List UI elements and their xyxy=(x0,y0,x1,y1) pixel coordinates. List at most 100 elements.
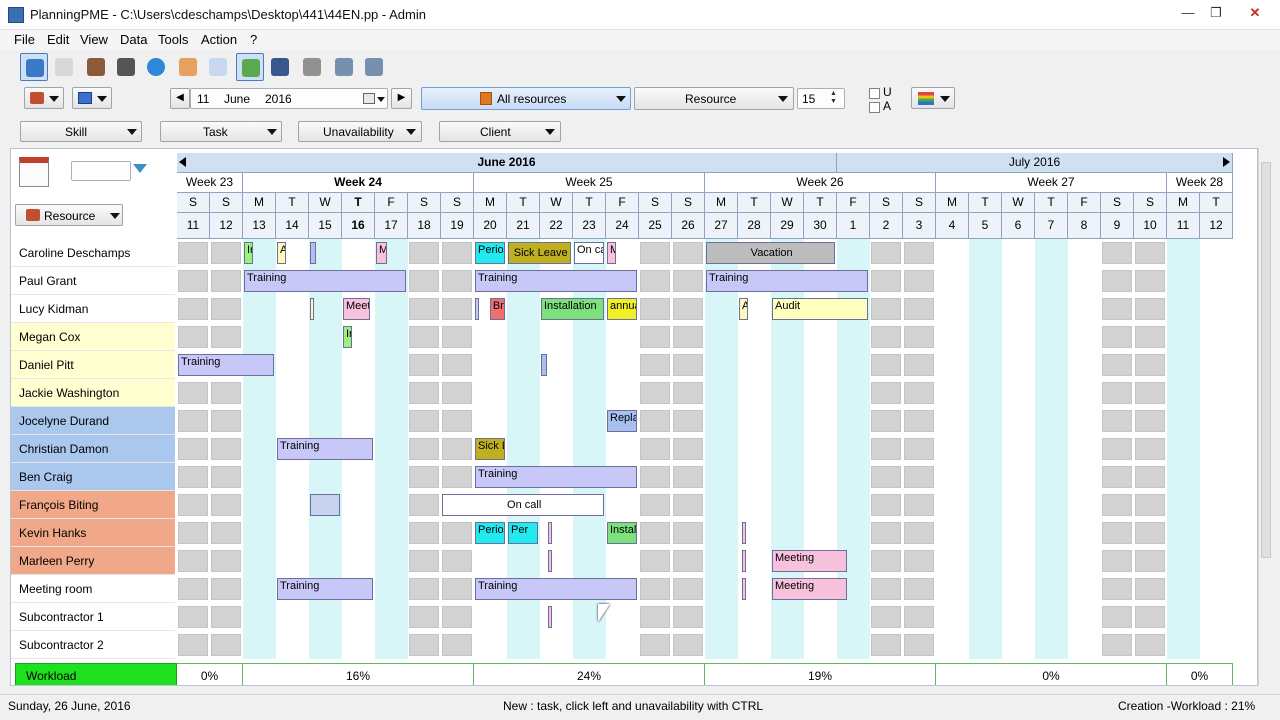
menu-edit[interactable]: Edit xyxy=(47,32,69,47)
weekend-cell[interactable] xyxy=(871,382,901,404)
weekend-cell[interactable] xyxy=(442,242,472,264)
weekend-cell[interactable] xyxy=(904,550,934,572)
resource-view-icon[interactable] xyxy=(20,53,48,81)
day-number[interactable]: 20 xyxy=(474,213,507,239)
weekend-cell[interactable] xyxy=(442,270,472,292)
weekend-cell[interactable] xyxy=(442,466,472,488)
checkbox-u[interactable] xyxy=(869,88,880,99)
resource-row-label[interactable]: Caroline Deschamps xyxy=(11,239,175,267)
weekend-cell[interactable] xyxy=(409,354,439,376)
day-number[interactable]: 3 xyxy=(903,213,936,239)
task-bar[interactable]: Period xyxy=(475,242,506,264)
scheduler-icon[interactable] xyxy=(266,53,294,81)
resource-row-label[interactable]: Subcontractor 1 xyxy=(11,603,175,631)
day-number[interactable]: 12 xyxy=(1200,213,1233,239)
task-bar[interactable]: Training xyxy=(277,438,374,460)
planning-grid[interactable]: Resource June 2016 July 2016 Week 23 Week 2… xyxy=(10,148,1258,686)
import-icon[interactable] xyxy=(360,53,388,81)
weekend-cell[interactable] xyxy=(1102,270,1132,292)
weekend-cell[interactable] xyxy=(871,354,901,376)
weekend-cell[interactable] xyxy=(178,270,208,292)
day-number[interactable]: 6 xyxy=(1002,213,1035,239)
task-bar[interactable]: Meet xyxy=(343,298,371,320)
weekend-cell[interactable] xyxy=(442,298,472,320)
day-number[interactable]: 8 xyxy=(1068,213,1101,239)
date-picker[interactable]: 11 June 2016 xyxy=(190,88,388,109)
weekend-cell[interactable] xyxy=(178,550,208,572)
weekend-cell[interactable] xyxy=(1102,634,1132,656)
task-bar[interactable] xyxy=(742,522,747,544)
task-bar[interactable]: Repla xyxy=(607,410,638,432)
resource-row-label[interactable]: Marleen Perry xyxy=(11,547,175,575)
weekend-cell[interactable] xyxy=(409,410,439,432)
resource-row-label[interactable]: Megan Cox xyxy=(11,323,175,351)
weekend-cell[interactable] xyxy=(871,522,901,544)
weekend-cell[interactable] xyxy=(871,606,901,628)
weekend-cell[interactable] xyxy=(1135,354,1165,376)
day-number[interactable]: 7 xyxy=(1035,213,1068,239)
skill-filter-dropdown[interactable]: Skill xyxy=(20,121,142,142)
day-number[interactable]: 2 xyxy=(870,213,903,239)
day-number[interactable]: 18 xyxy=(408,213,441,239)
task-bar[interactable]: Training xyxy=(475,578,638,600)
weekend-cell[interactable] xyxy=(640,606,670,628)
client-filter-dropdown[interactable]: Client xyxy=(439,121,561,142)
task-bar[interactable] xyxy=(547,550,552,572)
weekend-cell[interactable] xyxy=(871,578,901,600)
weekend-cell[interactable] xyxy=(442,410,472,432)
task-bar[interactable]: Period xyxy=(475,522,506,544)
tools-icon[interactable] xyxy=(298,53,326,81)
weekend-cell[interactable] xyxy=(211,326,241,348)
task-bar[interactable]: Training xyxy=(277,578,374,600)
task-bar[interactable]: Meeting xyxy=(772,578,847,600)
weekend-cell[interactable] xyxy=(1102,242,1132,264)
task-bar[interactable]: Ir xyxy=(343,326,352,348)
weekend-cell[interactable] xyxy=(1102,438,1132,460)
weekend-cell[interactable] xyxy=(409,522,439,544)
task-bar[interactable] xyxy=(475,298,479,320)
weekend-cell[interactable] xyxy=(1135,634,1165,656)
weekend-cell[interactable] xyxy=(1102,298,1132,320)
resource-row-label[interactable]: Christian Damon xyxy=(11,435,175,463)
weekend-cell[interactable] xyxy=(1135,298,1165,320)
weekend-cell[interactable] xyxy=(640,466,670,488)
day-number[interactable]: 11 xyxy=(1167,213,1200,239)
weekend-cell[interactable] xyxy=(871,466,901,488)
menu-action[interactable]: Action xyxy=(201,32,237,47)
weekend-cell[interactable] xyxy=(640,494,670,516)
weekend-cell[interactable] xyxy=(442,522,472,544)
close-button[interactable]: ✕ xyxy=(1238,2,1272,24)
weekend-cell[interactable] xyxy=(640,242,670,264)
weekend-cell[interactable] xyxy=(673,522,703,544)
weekend-cell[interactable] xyxy=(904,578,934,600)
weekend-cell[interactable] xyxy=(640,522,670,544)
weekend-cell[interactable] xyxy=(211,438,241,460)
menu-data[interactable]: Data xyxy=(120,32,147,47)
weekend-cell[interactable] xyxy=(211,634,241,656)
weekend-cell[interactable] xyxy=(409,382,439,404)
day-number[interactable]: 24 xyxy=(606,213,639,239)
weekend-cell[interactable] xyxy=(673,382,703,404)
day-number[interactable]: 17 xyxy=(375,213,408,239)
weekend-cell[interactable] xyxy=(871,634,901,656)
weekend-cell[interactable] xyxy=(673,354,703,376)
weekend-cell[interactable] xyxy=(442,382,472,404)
menu-tools[interactable]: Tools xyxy=(158,32,188,47)
day-number[interactable]: 22 xyxy=(540,213,573,239)
weekend-cell[interactable] xyxy=(409,578,439,600)
day-number[interactable]: 9 xyxy=(1101,213,1134,239)
weekend-cell[interactable] xyxy=(1102,382,1132,404)
day-number[interactable]: 21 xyxy=(507,213,540,239)
weekend-cell[interactable] xyxy=(1135,326,1165,348)
calendar-icon[interactable] xyxy=(363,93,375,104)
weekend-cell[interactable] xyxy=(211,410,241,432)
resources-filter-dropdown[interactable]: All resources xyxy=(421,87,631,110)
task-bar[interactable] xyxy=(310,494,341,516)
weekend-cell[interactable] xyxy=(640,382,670,404)
task-bar[interactable] xyxy=(310,298,314,320)
task-bar[interactable]: M xyxy=(607,242,616,264)
weekend-cell[interactable] xyxy=(904,438,934,460)
weekend-cell[interactable] xyxy=(1102,494,1132,516)
weekend-cell[interactable] xyxy=(178,438,208,460)
weekend-cell[interactable] xyxy=(673,410,703,432)
